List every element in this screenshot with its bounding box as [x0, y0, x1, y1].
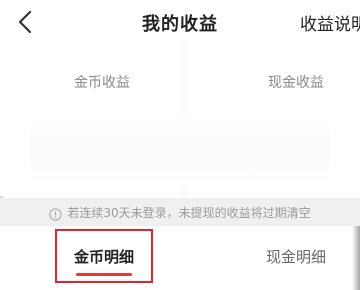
tab-coin-details[interactable]: 金币明细 — [74, 246, 134, 267]
expiry-notice-text: 若连续30天未登录，未提现的收益将过期清空 — [67, 205, 311, 220]
expiry-notice: 若连续30天未登录，未提现的收益将过期清空 — [0, 198, 360, 226]
edge-shadow — [352, 226, 360, 290]
summary-content-area — [30, 114, 330, 184]
earnings-explanation-link[interactable]: 收益说明 — [300, 10, 360, 35]
active-tab-indicator — [76, 273, 132, 276]
info-icon — [49, 206, 62, 221]
earnings-summary: 金币收益 现金收益 — [0, 44, 360, 196]
cash-earnings-label: 现金收益 — [268, 75, 324, 91]
header: 我的收益 收益说明 — [0, 0, 360, 44]
detail-tabs: 金币明细 现金明细 — [0, 226, 360, 290]
coin-earnings-label: 金币收益 — [74, 75, 130, 91]
tab-cash-details[interactable]: 现金明细 — [266, 246, 326, 267]
app-screen: 我的收益 收益说明 金币收益 现金收益 若连续30天未登录，未提现的收益将过期清… — [0, 0, 360, 290]
